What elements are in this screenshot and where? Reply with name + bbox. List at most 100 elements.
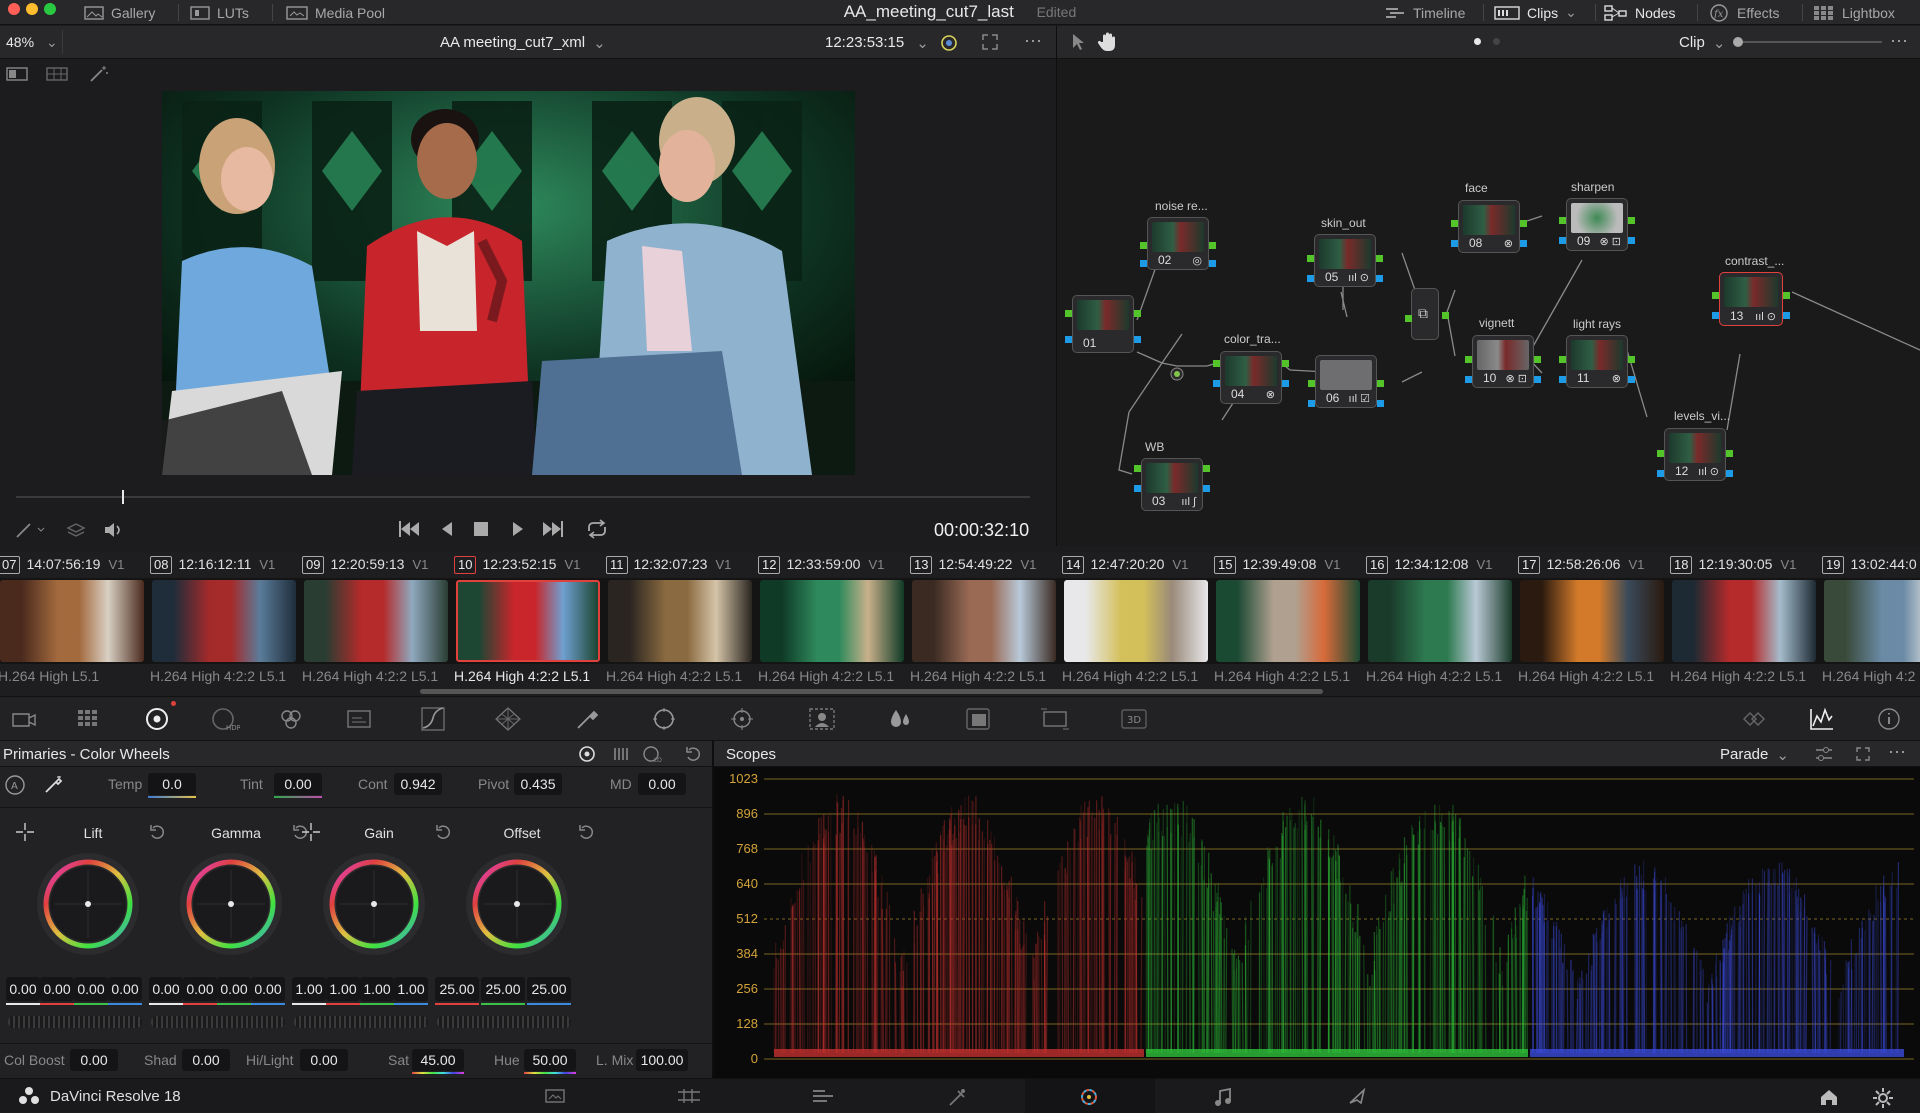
col-boost-field[interactable]: 0.00	[70, 1049, 118, 1071]
single-viewer-icon[interactable]	[6, 66, 28, 82]
color-wheel[interactable]	[465, 852, 569, 956]
key-icon[interactable]	[964, 706, 992, 732]
crosshair-picker-icon[interactable]	[300, 821, 322, 843]
node-rgb-pin[interactable]	[1534, 356, 1541, 363]
clip-header-4[interactable]: 1112:32:07:23V1	[606, 556, 731, 574]
master-wheel-jog[interactable]	[437, 1016, 571, 1028]
node-rgb-pin[interactable]	[1405, 315, 1412, 322]
node-key-pin[interactable]	[1308, 400, 1315, 407]
color-wheel[interactable]	[179, 852, 283, 956]
node-key-pin[interactable]	[1282, 380, 1289, 387]
slider-handle[interactable]	[1733, 37, 1743, 47]
master-wheel-jog[interactable]	[294, 1016, 428, 1028]
clip-header-5[interactable]: 1212:33:59:00V1	[758, 556, 884, 574]
lightbox-button[interactable]: Lightbox	[1813, 0, 1895, 25]
volume-icon[interactable]	[102, 520, 124, 540]
skip-to-start-icon[interactable]	[396, 518, 422, 540]
play-icon[interactable]	[508, 518, 528, 540]
stop-icon[interactable]	[472, 520, 490, 538]
clip-thumbnail[interactable]	[760, 580, 904, 662]
gallery-button[interactable]: Gallery	[84, 0, 155, 25]
node-rgb-pin[interactable]	[1203, 465, 1210, 472]
crosshair-picker-icon[interactable]	[14, 821, 36, 843]
node-key-pin[interactable]	[1213, 380, 1220, 387]
node-01[interactable]: 01	[1072, 295, 1134, 353]
page-indicator-active[interactable]	[1474, 38, 1481, 45]
node-rgb-pin[interactable]	[1377, 380, 1384, 387]
wheel-value-g[interactable]: 25.00	[481, 977, 525, 1001]
keyframes-icon[interactable]	[1740, 707, 1768, 731]
scopes-toggle-icon[interactable]	[1808, 706, 1836, 732]
node-key-pin[interactable]	[1307, 275, 1314, 282]
master-wheel-jog[interactable]	[8, 1016, 142, 1028]
md-field[interactable]: 0.00	[638, 773, 686, 795]
node-02[interactable]: 02 ◎	[1147, 217, 1209, 270]
clip-header-2[interactable]: 0912:20:59:13V1	[302, 556, 428, 574]
node-rgb-pin[interactable]	[1307, 255, 1314, 262]
node-key-pin[interactable]	[1140, 260, 1147, 267]
wheel-value-y[interactable]: 0.00	[6, 977, 40, 1001]
deliver-page-icon[interactable]	[1346, 1087, 1368, 1107]
camera-raw-icon[interactable]	[10, 708, 38, 730]
clip-thumbnail[interactable]	[1216, 580, 1360, 662]
node-rgb-pin[interactable]	[1712, 292, 1719, 299]
auto-balance-icon[interactable]: A	[4, 774, 26, 796]
clip-thumbnail[interactable]	[0, 580, 144, 662]
settings-gear-icon[interactable]	[1872, 1087, 1894, 1109]
node-rgb-pin[interactable]	[1134, 465, 1141, 472]
clips-button[interactable]: Clips ⌄	[1494, 0, 1577, 25]
effects-button[interactable]: fx Effects	[1708, 0, 1780, 25]
node-08[interactable]: 08 ⊗	[1458, 200, 1520, 253]
node-key-pin[interactable]	[1134, 336, 1141, 343]
hand-tool-icon[interactable]	[1097, 31, 1119, 53]
temp-field[interactable]: 0.0	[148, 773, 196, 795]
node-rgb-pin[interactable]	[1376, 255, 1383, 262]
wheel-value-g[interactable]: 0.00	[74, 977, 108, 1001]
fullscreen-icon[interactable]	[980, 32, 1000, 52]
node-rgb-pin[interactable]	[1783, 292, 1790, 299]
hue-field[interactable]: 50.00	[524, 1049, 576, 1071]
wheel-value-r[interactable]: 0.00	[40, 977, 74, 1001]
pen-tool-icon[interactable]	[14, 520, 46, 540]
wheel-value-y[interactable]: 0.00	[149, 977, 183, 1001]
node-rgb-pin[interactable]	[1628, 356, 1635, 363]
node-05[interactable]: 05 ııl ⊙	[1314, 234, 1376, 287]
node-zoom-slider[interactable]	[1737, 41, 1882, 43]
blur-icon[interactable]	[886, 706, 914, 732]
node-key-pin[interactable]	[1065, 336, 1072, 343]
clip-header-6[interactable]: 1312:54:49:22V1	[910, 556, 1036, 574]
playhead[interactable]	[122, 490, 124, 504]
node-rgb-pin[interactable]	[1559, 356, 1566, 363]
wheel-value-g[interactable]: 1.00	[360, 977, 394, 1001]
cut-page-icon[interactable]	[676, 1087, 702, 1105]
node-rgb-pin[interactable]	[1465, 356, 1472, 363]
clip-header-7[interactable]: 1412:47:20:20V1	[1062, 556, 1188, 574]
wheel-value-r[interactable]: 25.00	[435, 977, 479, 1001]
shadows-field[interactable]: 0.00	[182, 1049, 230, 1071]
color-page-icon[interactable]	[1078, 1087, 1100, 1107]
wheel-value-b[interactable]: 25.00	[527, 977, 571, 1001]
node-rgb-pin[interactable]	[1065, 310, 1072, 317]
clip-thumbnail[interactable]	[1824, 580, 1920, 662]
node-12[interactable]: 12 ııl ⊙	[1664, 428, 1726, 481]
node-rgb-pin[interactable]	[1520, 220, 1527, 227]
3d-icon[interactable]: 3D	[1120, 707, 1148, 731]
clip-thumbnail[interactable]	[456, 580, 600, 662]
clip-header-3[interactable]: 1012:23:52:15V1	[454, 556, 580, 574]
sizing-icon[interactable]	[1040, 706, 1070, 732]
node-key-pin[interactable]	[1465, 376, 1472, 383]
node-key-pin[interactable]	[1712, 312, 1719, 319]
reset-icon[interactable]	[577, 823, 595, 841]
clip-header-0[interactable]: 0714:07:56:19V1	[0, 556, 124, 574]
scope-settings-icon[interactable]	[1814, 745, 1834, 763]
window-icon[interactable]	[650, 706, 678, 732]
wheel-value-r[interactable]: 0.00	[183, 977, 217, 1001]
qualifier-icon[interactable]	[574, 706, 600, 732]
node-key-pin[interactable]	[1628, 237, 1635, 244]
zoom-dropdown[interactable]: 48% ⌄	[6, 34, 58, 51]
node-11[interactable]: 11 ⊗	[1566, 335, 1628, 388]
color-warper-icon[interactable]	[494, 706, 522, 732]
master-wheel-jog[interactable]	[151, 1016, 285, 1028]
rgb-mixer-icon[interactable]	[278, 707, 304, 731]
scrub-bar[interactable]	[16, 496, 1030, 498]
